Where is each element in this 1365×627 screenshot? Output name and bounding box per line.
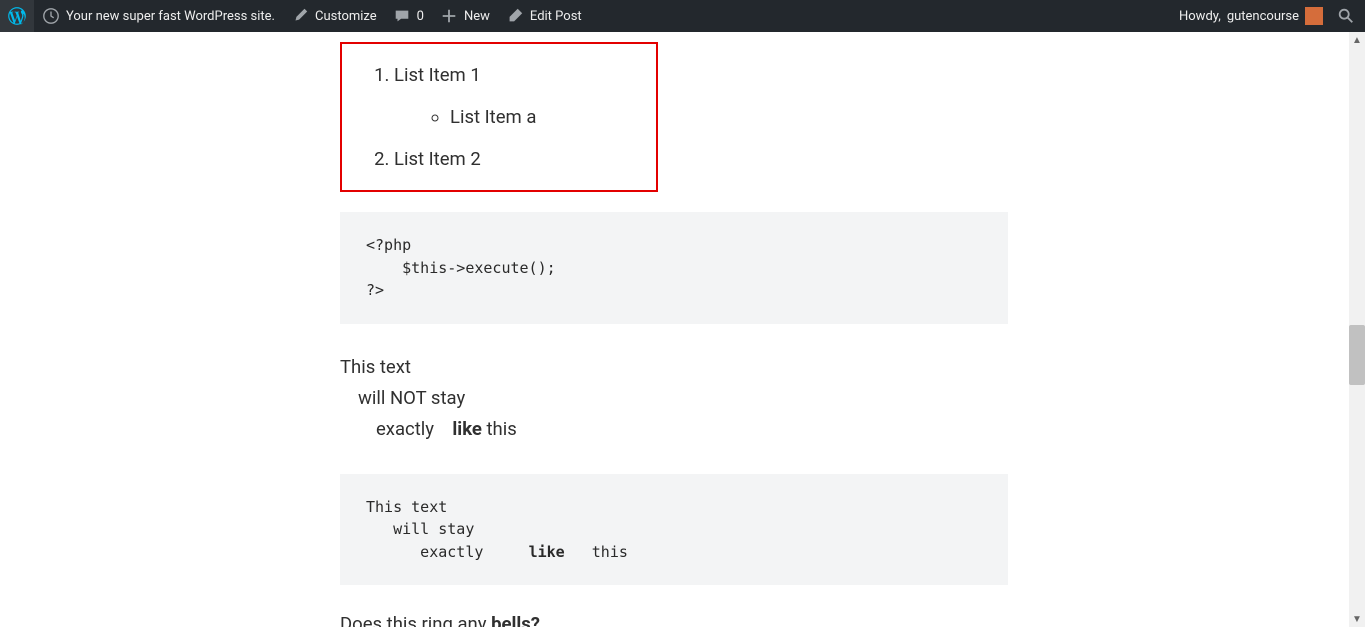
wp-admin-bar: Your new super fast WordPress site. Cust… bbox=[0, 0, 1365, 32]
customize-menu[interactable]: Customize bbox=[283, 0, 385, 32]
pre-bold: like bbox=[529, 543, 565, 561]
para-line3a: exactly bbox=[376, 418, 434, 440]
bells-paragraph: Does this ring any bells? bbox=[340, 613, 1008, 627]
scroll-down-arrow-icon[interactable]: ▼ bbox=[1349, 611, 1365, 627]
para-line1: This text bbox=[340, 356, 411, 378]
para-line3b-bold: like bbox=[452, 418, 481, 440]
edit-post-label: Edit Post bbox=[530, 9, 582, 24]
my-account-menu[interactable]: Howdy, gutencourse bbox=[1171, 0, 1331, 32]
para-line3: exactly like this bbox=[340, 414, 1008, 445]
bells-bold: bells? bbox=[491, 613, 540, 627]
pre-suffix: this bbox=[565, 543, 628, 561]
comments-count: 0 bbox=[417, 9, 424, 24]
edit-post-menu[interactable]: Edit Post bbox=[498, 0, 590, 32]
list-item: List Item a bbox=[450, 106, 626, 128]
nested-list: List Item a bbox=[394, 106, 626, 128]
list-item-text: List Item 2 bbox=[394, 148, 481, 170]
list-item: List Item 2 bbox=[394, 148, 626, 170]
scroll-up-arrow-icon[interactable]: ▲ bbox=[1349, 32, 1365, 48]
comments-menu[interactable]: 0 bbox=[385, 0, 432, 32]
pre-prefix: This text will stay exactly bbox=[366, 498, 529, 561]
wordpress-logo-icon bbox=[8, 7, 26, 25]
avatar bbox=[1305, 7, 1323, 25]
site-name-menu[interactable]: Your new super fast WordPress site. bbox=[34, 0, 283, 32]
username: gutencourse bbox=[1227, 9, 1299, 24]
dashboard-icon bbox=[42, 7, 60, 25]
preformatted-block: This text will stay exactly like this bbox=[340, 474, 1008, 586]
search-toggle[interactable] bbox=[1331, 0, 1361, 32]
pencil-icon bbox=[506, 7, 524, 25]
highlighted-list-box: List Item 1 List Item a List Item 2 bbox=[340, 42, 658, 192]
vertical-scrollbar-thumb[interactable] bbox=[1349, 325, 1365, 385]
para-line2: will NOT stay bbox=[340, 383, 1008, 414]
customize-label: Customize bbox=[315, 9, 377, 24]
list-item-text: List Item 1 bbox=[394, 64, 481, 86]
site-name-label: Your new super fast WordPress site. bbox=[66, 9, 275, 24]
admin-bar-left: Your new super fast WordPress site. Cust… bbox=[0, 0, 590, 32]
page-content: List Item 1 List Item a List Item 2 <?ph… bbox=[0, 32, 1349, 627]
plus-icon bbox=[440, 7, 458, 25]
wp-logo-menu[interactable] bbox=[0, 0, 34, 32]
para-line3c: this bbox=[482, 418, 517, 440]
content-inner: List Item 1 List Item a List Item 2 <?ph… bbox=[340, 32, 1008, 627]
new-content-menu[interactable]: New bbox=[432, 0, 498, 32]
comment-icon bbox=[393, 7, 411, 25]
list-item: List Item 1 List Item a bbox=[394, 64, 626, 128]
ordered-list: List Item 1 List Item a List Item 2 bbox=[372, 64, 626, 170]
code-block: <?php $this->execute(); ?> bbox=[340, 212, 1008, 324]
new-label: New bbox=[464, 9, 490, 24]
list-item-text: List Item a bbox=[450, 106, 536, 128]
howdy-prefix: Howdy, bbox=[1179, 9, 1221, 24]
admin-bar-right: Howdy, gutencourse bbox=[1171, 0, 1361, 32]
collapsing-whitespace-paragraph: This text will NOT stay exactly like thi… bbox=[340, 352, 1008, 446]
paintbrush-icon bbox=[291, 7, 309, 25]
bells-prefix: Does this ring any bbox=[340, 613, 491, 627]
search-icon bbox=[1337, 7, 1355, 25]
